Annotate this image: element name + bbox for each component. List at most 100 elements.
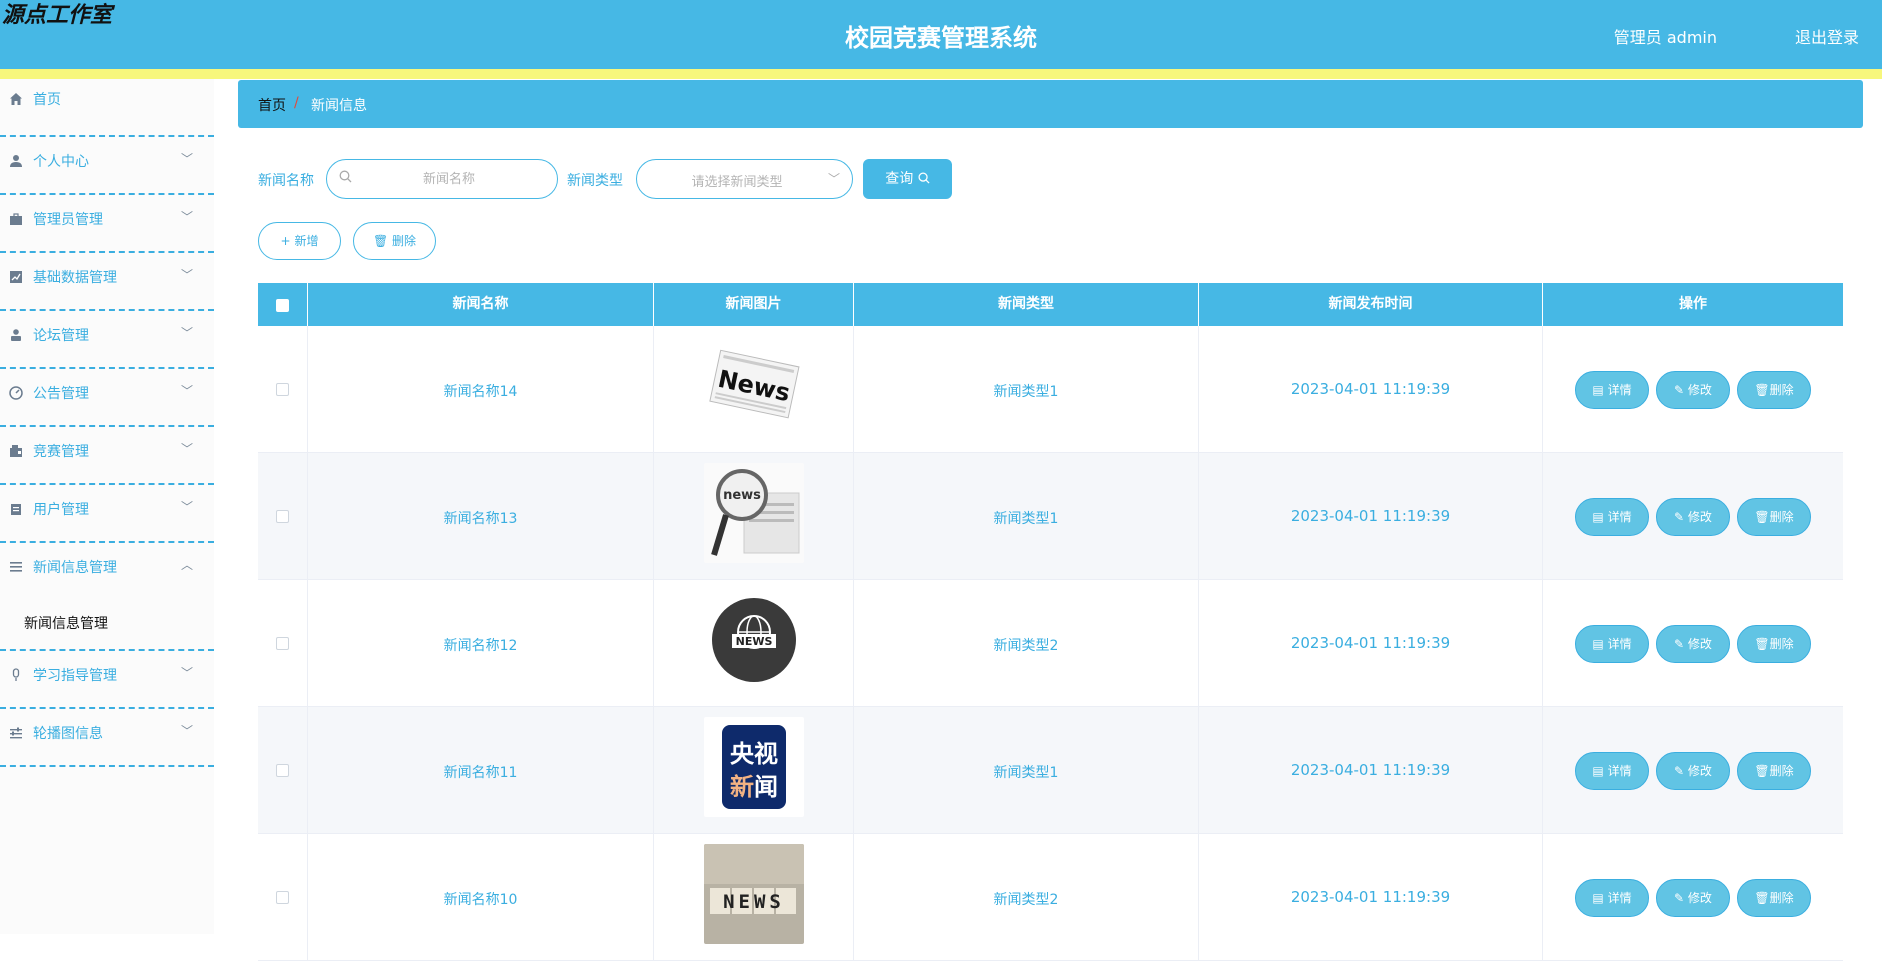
delete-row-button[interactable]: 🗑删除 [1737,498,1811,536]
doc-icon: ▤ [1592,383,1608,397]
sidebar: 首页 个人中心 ﹀ 管理员管理 ﹀ 基础数据管理 ﹀ 论坛管理 ﹀ 公告管理 ﹀ [0,79,214,934]
breadcrumb-separator: / [294,95,299,111]
edit-button[interactable]: ✎ 修改 [1656,752,1730,790]
sidebar-item-label: 管理员管理 [33,212,103,228]
delete-button[interactable]: 🗑 删除 [353,222,436,260]
breadcrumb-home[interactable]: 首页 [258,95,286,115]
chevron-down-icon: ﹀ [181,666,194,680]
breadcrumb-current: 新闻信息 [311,98,367,114]
edit-label: 修改 [1687,891,1712,905]
sidebar-item-notice[interactable]: 公告管理 ﹀ [0,369,214,427]
cctv-logo-line1: 央视 [730,740,778,768]
sidebar-item-label: 基础数据管理 [33,270,117,286]
edit-icon: ✎ [1674,764,1688,778]
sidebar-item-user-management[interactable]: 用户管理 ﹀ [0,485,214,543]
delete-row-button[interactable]: 🗑删除 [1737,752,1811,790]
sidebar-item-label: 首页 [33,92,61,108]
detail-label: 详情 [1607,637,1632,651]
news-thumbnail[interactable]: news [703,463,804,563]
news-name: 新闻名称11 [443,765,518,781]
delete-button-label: 删除 [392,234,417,248]
list-icon [8,560,23,575]
sidebar-item-admin-management[interactable]: 管理员管理 ﹀ [0,195,214,253]
delete-label: 删除 [1769,764,1794,778]
doc-icon: ▤ [1592,891,1608,905]
row-checkbox[interactable] [276,764,289,777]
sidebar-item-competition[interactable]: 竞赛管理 ﹀ [0,427,214,485]
edit-button[interactable]: ✎ 修改 [1656,498,1730,536]
news-thumbnail[interactable]: NEWS [703,844,804,944]
news-type-select[interactable]: 请选择新闻类型 ﹀ [636,159,853,199]
delete-row-button[interactable]: 🗑删除 [1737,879,1811,917]
sidebar-item-carousel[interactable]: 轮播图信息 ﹀ [0,709,214,767]
add-button-label: 新增 [294,234,319,248]
edit-button[interactable]: ✎ 修改 [1656,371,1730,409]
news-word: news [723,488,761,503]
news-thumbnail[interactable]: 央视 新 闻 [703,717,804,817]
detail-button[interactable]: ▤ 详情 [1575,752,1649,790]
chevron-down-icon: ﹀ [827,172,840,186]
sidebar-subitem-news-info[interactable]: 新闻信息管理 [0,601,214,651]
detail-label: 详情 [1607,764,1632,778]
cctv-logo-line2b: 闻 [754,773,778,801]
user-icon [8,154,23,169]
detail-label: 详情 [1607,383,1632,397]
search-icon [339,170,352,187]
edit-label: 修改 [1687,637,1712,651]
edit-button[interactable]: ✎ 修改 [1656,879,1730,917]
news-name-search-field[interactable] [326,159,558,199]
news-thumbnail[interactable]: News [703,336,804,436]
row-checkbox[interactable] [276,891,289,904]
chevron-down-icon: ﹀ [181,210,194,224]
query-button[interactable]: 查询 [863,159,952,199]
sidebar-item-forum[interactable]: 论坛管理 ﹀ [0,311,214,369]
publish-time: 2023-04-01 11:19:39 [1290,761,1451,779]
detail-button[interactable]: ▤ 详情 [1575,371,1649,409]
news-type: 新闻类型1 [993,511,1059,527]
news-type: 新闻类型1 [993,384,1059,400]
edit-icon: ✎ [1674,510,1688,524]
delete-row-button[interactable]: 🗑删除 [1737,371,1811,409]
delete-label: 删除 [1769,510,1794,524]
news-type-placeholder: 请选择新闻类型 [691,175,783,190]
publish-time: 2023-04-01 11:19:39 [1290,888,1451,906]
doc-icon: ▤ [1592,510,1608,524]
sidebar-item-basic-data[interactable]: 基础数据管理 ﹀ [0,253,214,311]
detail-button[interactable]: ▤ 详情 [1575,625,1649,663]
select-all-checkbox[interactable] [276,299,289,312]
edit-label: 修改 [1687,383,1712,397]
sidebar-item-label: 用户管理 [33,502,89,518]
table-row: 新闻名称13 news 新闻类型1 2023-04-01 11:19:39 ▤ … [258,453,1843,580]
table-row: 新闻名称14 News 新闻类型1 2023-04-01 11:19:39 ▤ … [258,326,1843,453]
detail-button[interactable]: ▤ 详情 [1575,879,1649,917]
add-button[interactable]: + 新增 [258,222,341,260]
trash-icon: 🗑 [1754,510,1770,524]
row-checkbox[interactable] [276,383,289,396]
doc-icon: ▤ [1592,637,1608,651]
news-name: 新闻名称10 [443,892,518,908]
news-thumbnail[interactable]: NEWS [703,590,804,690]
sidebar-item-personal-center[interactable]: 个人中心 ﹀ [0,137,214,195]
clipboard-icon [8,502,23,517]
detail-button[interactable]: ▤ 详情 [1575,498,1649,536]
trash-icon: 🗑 [1754,383,1770,397]
trash-icon: 🗑 [1754,637,1770,651]
column-header-news-type: 新闻类型 [854,283,1199,326]
sidebar-item-home[interactable]: 首页 [0,79,214,137]
briefcase-icon [8,212,23,227]
news-name: 新闻名称13 [443,511,518,527]
news-word: NEWS [735,635,772,648]
logout-button[interactable]: 退出登录 [1795,24,1859,48]
sidebar-item-news-management[interactable]: 新闻信息管理 ︿ [0,543,214,601]
sliders-icon [8,726,23,741]
row-checkbox[interactable] [276,637,289,650]
header-accent-strip [0,69,1882,79]
sidebar-item-study-guide[interactable]: 学习指导管理 ﹀ [0,651,214,709]
delete-row-button[interactable]: 🗑删除 [1737,625,1811,663]
trash-icon: 🗑 [372,234,389,248]
edit-label: 修改 [1687,764,1712,778]
row-checkbox[interactable] [276,510,289,523]
news-name-input[interactable] [359,168,539,190]
detail-label: 详情 [1607,891,1632,905]
edit-button[interactable]: ✎ 修改 [1656,625,1730,663]
